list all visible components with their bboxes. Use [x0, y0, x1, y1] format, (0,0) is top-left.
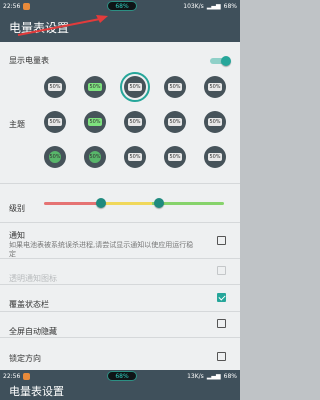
status-time-secondary: 22:56 — [3, 372, 21, 380]
battery-meter-pill: 68% — [107, 1, 137, 11]
theme-option[interactable]: 50% — [84, 111, 106, 133]
cover-statusbar-row[interactable]: 覆盖状态栏 — [0, 292, 240, 311]
main-screenshot: 22:56 68% 103K/s ▂▄▆ 68% 电量表设置 显示电量表 主题 … — [0, 0, 240, 370]
lock-orientation-checkbox[interactable] — [217, 352, 226, 361]
theme-option[interactable]: 50% — [84, 76, 106, 98]
theme-option[interactable]: 50% — [44, 111, 66, 133]
notify-checkbox[interactable] — [217, 236, 226, 245]
battery-percent: 68% — [223, 2, 237, 10]
transparent-notify-row: 透明通知图标 — [0, 266, 240, 285]
secondary-screenshot: 22:56 68% 13K/s ▂▄▆ 68% 电量表设置 — [0, 370, 240, 400]
theme-option[interactable]: 50% — [164, 146, 186, 168]
page-title: 电量表设置 — [9, 20, 70, 35]
theme-option[interactable]: 50% — [164, 111, 186, 133]
signal-icon: ▂▄▆ — [206, 2, 221, 10]
app-notification-icon — [23, 2, 31, 10]
lock-orientation-label: 锁定方向 — [9, 354, 41, 363]
transparent-notify-label: 透明通知图标 — [9, 274, 57, 283]
lock-orientation-row[interactable]: 锁定方向 — [0, 346, 240, 365]
app-notification-icon — [23, 372, 31, 380]
theme-option[interactable]: 50% — [164, 76, 186, 98]
switch-knob — [221, 56, 231, 66]
fullscreen-hide-label: 全屏自动隐藏 — [9, 327, 57, 336]
cover-statusbar-checkbox[interactable] — [217, 293, 226, 302]
app-bar: 电量表设置 — [0, 12, 240, 42]
level-slider-track — [44, 202, 224, 205]
divider — [0, 258, 240, 259]
level-slider-knob-low[interactable] — [96, 198, 106, 208]
show-meter-switch[interactable] — [210, 56, 231, 66]
divider — [0, 337, 240, 338]
level-slider[interactable] — [44, 198, 224, 208]
theme-option[interactable]: 50% — [44, 76, 66, 98]
divider — [0, 284, 240, 285]
notify-description: 如果电池表被系统误杀进程,请尝试显示通知以使应用运行稳定 — [9, 241, 194, 258]
divider — [0, 311, 240, 312]
show-meter-label: 显示电量表 — [9, 55, 49, 65]
theme-option[interactable]: 50% — [204, 146, 226, 168]
theme-grid: 50% 50% 50% 50% 50% 50% 50% 50% 50% 50% … — [44, 72, 234, 168]
theme-option-selected[interactable]: 50% — [120, 72, 150, 102]
theme-option[interactable]: 50% — [124, 111, 146, 133]
transparent-notify-checkbox — [217, 266, 226, 275]
status-bar: 22:56 68% 103K/s ▂▄▆ 68% — [0, 0, 240, 12]
fullscreen-hide-checkbox[interactable] — [217, 319, 226, 328]
battery-meter-pill-secondary: 68% — [107, 371, 137, 381]
divider — [0, 222, 240, 223]
page-title-secondary: 电量表设置 — [9, 385, 64, 398]
status-time: 22:56 — [3, 2, 21, 10]
cover-statusbar-label: 覆盖状态栏 — [9, 300, 49, 309]
theme-option[interactable]: 50% — [124, 146, 146, 168]
theme-option[interactable]: 50% — [204, 111, 226, 133]
network-speed: 103K/s — [183, 2, 204, 10]
notify-row[interactable]: 通知 如果电池表被系统误杀进程,请尝试显示通知以使应用运行稳定 — [0, 230, 210, 259]
level-label: 级别 — [9, 204, 25, 213]
theme-label: 主题 — [9, 120, 25, 129]
status-bar-secondary: 22:56 68% 13K/s ▂▄▆ 68% — [0, 370, 240, 382]
fullscreen-hide-row[interactable]: 全屏自动隐藏 — [0, 319, 240, 338]
signal-icon: ▂▄▆ — [206, 372, 221, 380]
theme-option[interactable]: 50% — [84, 146, 106, 168]
theme-option[interactable]: 50% — [204, 76, 226, 98]
notify-label: 通知 — [9, 231, 25, 240]
app-bar-secondary: 电量表设置 — [0, 382, 240, 400]
show-meter-row[interactable]: 显示电量表 — [0, 50, 240, 70]
network-speed-secondary: 13K/s — [187, 372, 204, 380]
divider — [0, 183, 240, 184]
battery-percent-secondary: 68% — [223, 372, 237, 380]
level-slider-knob-high[interactable] — [154, 198, 164, 208]
theme-option[interactable]: 50% — [44, 146, 66, 168]
